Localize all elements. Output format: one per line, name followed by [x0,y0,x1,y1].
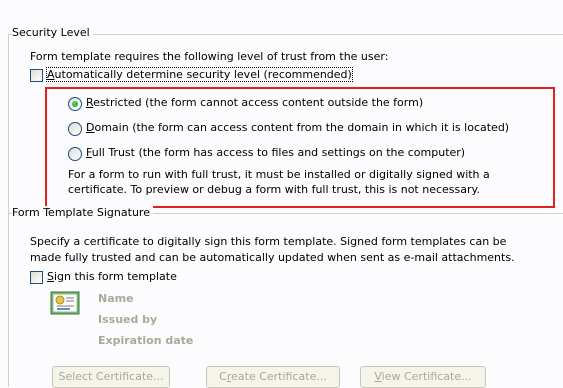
restricted-label[interactable]: Restricted (the form cannot access conte… [86,96,423,109]
radio-selected-dot [72,101,78,107]
cert-issued-by-label: Issued by [98,313,158,326]
domain-label[interactable]: Domain (the form can access content from… [86,121,509,134]
full-trust-radio[interactable] [68,147,82,161]
create-certificate-button[interactable]: Create Certificate... [206,366,340,388]
trust-description: Form template requires the following lev… [30,50,389,63]
signature-group-left-line [8,213,9,387]
domain-radio[interactable] [68,122,82,136]
auto-security-checkbox[interactable] [30,69,43,82]
signature-title: Form Template Signature [12,206,153,219]
sign-template-checkbox[interactable] [30,271,43,284]
signature-desc-line1: Specify a certificate to digitally sign … [30,235,507,248]
auto-security-label[interactable]: Automatically determine security level (… [46,67,353,82]
sign-template-label[interactable]: Sign this form template [47,270,177,283]
cert-name-label: Name [98,292,134,305]
full-trust-label[interactable]: Full Trust (the form has access to files… [86,146,465,159]
security-group-left-line [8,34,9,213]
view-certificate-button[interactable]: View Certificate... [360,366,486,388]
signature-desc-line2: made fully trusted and can be automatica… [30,251,515,264]
security-level-title: Security Level [12,26,93,39]
select-certificate-button[interactable]: Select Certificate... [52,366,170,388]
cert-expiration-label: Expiration date [98,334,194,347]
restricted-radio[interactable] [68,97,82,111]
full-trust-note-line2: certificate. To preview or debug a form … [68,183,480,196]
certificate-icon [50,291,80,315]
full-trust-note-line1: For a form to run with full trust, it mu… [68,168,490,181]
